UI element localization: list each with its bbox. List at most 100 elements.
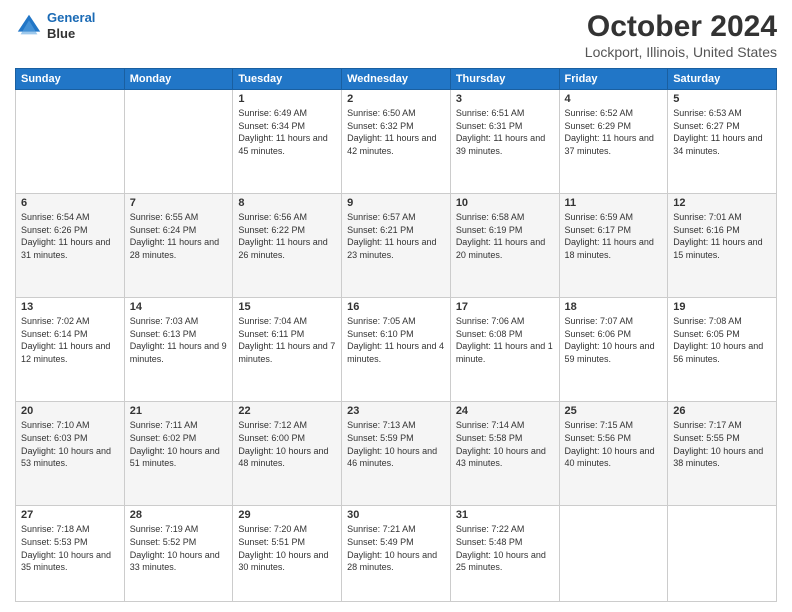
day-info: Sunrise: 7:07 AM Sunset: 6:06 PM Dayligh… (565, 315, 663, 365)
day-info: Sunrise: 6:57 AM Sunset: 6:21 PM Dayligh… (347, 211, 445, 261)
calendar-cell: 1 Sunrise: 6:49 AM Sunset: 6:34 PM Daylig… (233, 90, 342, 194)
day-number: 1 (238, 93, 336, 105)
day-number: 16 (347, 301, 445, 313)
week-row-0: 1 Sunrise: 6:49 AM Sunset: 6:34 PM Daylig… (16, 90, 777, 194)
day-number: 10 (456, 197, 554, 209)
day-number: 31 (456, 509, 554, 521)
day-number: 8 (238, 197, 336, 209)
day-number: 6 (21, 197, 119, 209)
calendar-cell: 2Sunrise: 6:50 AM Sunset: 6:32 PM Daylig… (342, 90, 451, 194)
calendar-cell: 16 Sunrise: 7:05 AM Sunset: 6:10 PM Dayli… (342, 298, 451, 402)
week-row-3: 20 Sunrise: 7:10 AM Sunset: 6:03 PM Dayli… (16, 402, 777, 506)
calendar-cell: 12Sunrise: 7:01 AM Sunset: 6:16 PM Dayli… (668, 194, 777, 298)
day-number: 7 (130, 197, 228, 209)
day-info: Sunrise: 7:03 AM Sunset: 6:13 PM Dayligh… (130, 315, 228, 365)
day-info: Sunrise: 7:06 AM Sunset: 6:08 PM Dayligh… (456, 315, 554, 365)
day-number: 17 (456, 301, 554, 313)
calendar-cell: 5 Sunrise: 6:53 AM Sunset: 6:27 PM Daylig… (668, 90, 777, 194)
logo: General Blue (15, 10, 95, 41)
day-info: Sunrise: 7:11 AM Sunset: 6:02 PM Dayligh… (130, 419, 228, 469)
logo-line1: General (47, 10, 95, 25)
calendar-cell: 22Sunrise: 7:12 AM Sunset: 6:00 PM Dayli… (233, 402, 342, 506)
day-number: 13 (21, 301, 119, 313)
calendar-cell: 19 Sunrise: 7:08 AM Sunset: 6:05 PM Dayli… (668, 298, 777, 402)
day-number: 28 (130, 509, 228, 521)
calendar-cell: 24 Sunrise: 7:14 AM Sunset: 5:58 PM Dayli… (450, 402, 559, 506)
calendar-cell (124, 90, 233, 194)
logo-icon (15, 12, 43, 40)
day-info: Sunrise: 7:14 AM Sunset: 5:58 PM Dayligh… (456, 419, 554, 469)
day-number: 19 (673, 301, 771, 313)
calendar-cell: 14 Sunrise: 7:03 AM Sunset: 6:13 PM Dayli… (124, 298, 233, 402)
calendar-cell: 27 Sunrise: 7:18 AM Sunset: 5:53 PM Dayli… (16, 506, 125, 602)
day-info: Sunrise: 6:56 AM Sunset: 6:22 PM Dayligh… (238, 211, 336, 261)
day-info: Sunrise: 7:10 AM Sunset: 6:03 PM Dayligh… (21, 419, 119, 469)
day-number: 5 (673, 93, 771, 105)
day-header-saturday: Saturday (668, 69, 777, 90)
calendar-cell: 26 Sunrise: 7:17 AM Sunset: 5:55 PM Dayli… (668, 402, 777, 506)
calendar-cell: 15 Sunrise: 7:04 AM Sunset: 6:11 PM Dayli… (233, 298, 342, 402)
day-number: 21 (130, 405, 228, 417)
day-info: Sunrise: 7:05 AM Sunset: 6:10 PM Dayligh… (347, 315, 445, 365)
day-info: Sunrise: 6:59 AM Sunset: 6:17 PM Dayligh… (565, 211, 663, 261)
day-info: Sunrise: 6:58 AM Sunset: 6:19 PM Dayligh… (456, 211, 554, 261)
header: General Blue October 2024 Lockport, Illi… (15, 10, 777, 60)
calendar-cell: 9Sunrise: 6:57 AM Sunset: 6:21 PM Daylig… (342, 194, 451, 298)
day-number: 23 (347, 405, 445, 417)
week-row-4: 27 Sunrise: 7:18 AM Sunset: 5:53 PM Dayli… (16, 506, 777, 602)
calendar-cell: 21 Sunrise: 7:11 AM Sunset: 6:02 PM Dayli… (124, 402, 233, 506)
calendar-cell: 4Sunrise: 6:52 AM Sunset: 6:29 PM Daylig… (559, 90, 668, 194)
day-info: Sunrise: 7:15 AM Sunset: 5:56 PM Dayligh… (565, 419, 663, 469)
calendar-cell: 25Sunrise: 7:15 AM Sunset: 5:56 PM Dayli… (559, 402, 668, 506)
calendar-cell: 30Sunrise: 7:21 AM Sunset: 5:49 PM Dayli… (342, 506, 451, 602)
day-info: Sunrise: 7:22 AM Sunset: 5:48 PM Dayligh… (456, 523, 554, 573)
day-header-tuesday: Tuesday (233, 69, 342, 90)
main-title: October 2024 (585, 10, 777, 44)
calendar-cell: 13 Sunrise: 7:02 AM Sunset: 6:14 PM Dayli… (16, 298, 125, 402)
day-info: Sunrise: 6:54 AM Sunset: 6:26 PM Dayligh… (21, 211, 119, 261)
calendar-cell: 23Sunrise: 7:13 AM Sunset: 5:59 PM Dayli… (342, 402, 451, 506)
day-info: Sunrise: 7:04 AM Sunset: 6:11 PM Dayligh… (238, 315, 336, 365)
calendar-cell (16, 90, 125, 194)
day-info: Sunrise: 7:02 AM Sunset: 6:14 PM Dayligh… (21, 315, 119, 365)
day-header-friday: Friday (559, 69, 668, 90)
day-info: Sunrise: 7:20 AM Sunset: 5:51 PM Dayligh… (238, 523, 336, 573)
calendar-cell: 31 Sunrise: 7:22 AM Sunset: 5:48 PM Dayli… (450, 506, 559, 602)
day-header-sunday: Sunday (16, 69, 125, 90)
day-info: Sunrise: 6:49 AM Sunset: 6:34 PM Dayligh… (238, 107, 336, 157)
calendar-cell: 18 Sunrise: 7:07 AM Sunset: 6:06 PM Dayli… (559, 298, 668, 402)
day-info: Sunrise: 7:18 AM Sunset: 5:53 PM Dayligh… (21, 523, 119, 573)
day-header-thursday: Thursday (450, 69, 559, 90)
calendar-cell: 20 Sunrise: 7:10 AM Sunset: 6:03 PM Dayli… (16, 402, 125, 506)
logo-line2: Blue (47, 26, 95, 42)
day-info: Sunrise: 7:01 AM Sunset: 6:16 PM Dayligh… (673, 211, 771, 261)
day-number: 14 (130, 301, 228, 313)
day-info: Sunrise: 7:17 AM Sunset: 5:55 PM Dayligh… (673, 419, 771, 469)
calendar-cell: 28Sunrise: 7:19 AM Sunset: 5:52 PM Dayli… (124, 506, 233, 602)
title-block: October 2024 Lockport, Illinois, United … (585, 10, 777, 60)
day-info: Sunrise: 7:21 AM Sunset: 5:49 PM Dayligh… (347, 523, 445, 573)
logo-text: General Blue (47, 10, 95, 41)
day-info: Sunrise: 7:08 AM Sunset: 6:05 PM Dayligh… (673, 315, 771, 365)
calendar-cell: 11 Sunrise: 6:59 AM Sunset: 6:17 PM Dayli… (559, 194, 668, 298)
day-number: 11 (565, 197, 663, 209)
calendar-cell: 6 Sunrise: 6:54 AM Sunset: 6:26 PM Daylig… (16, 194, 125, 298)
day-number: 3 (456, 93, 554, 105)
day-number: 15 (238, 301, 336, 313)
calendar-cell: 29 Sunrise: 7:20 AM Sunset: 5:51 PM Dayli… (233, 506, 342, 602)
day-number: 20 (21, 405, 119, 417)
day-number: 27 (21, 509, 119, 521)
day-number: 4 (565, 93, 663, 105)
page: General Blue October 2024 Lockport, Illi… (0, 0, 792, 612)
day-info: Sunrise: 6:53 AM Sunset: 6:27 PM Dayligh… (673, 107, 771, 157)
calendar-cell: 8 Sunrise: 6:56 AM Sunset: 6:22 PM Daylig… (233, 194, 342, 298)
day-number: 26 (673, 405, 771, 417)
day-number: 29 (238, 509, 336, 521)
calendar-cell: 10 Sunrise: 6:58 AM Sunset: 6:19 PM Dayli… (450, 194, 559, 298)
day-info: Sunrise: 7:12 AM Sunset: 6:00 PM Dayligh… (238, 419, 336, 469)
day-number: 18 (565, 301, 663, 313)
calendar-cell: 3Sunrise: 6:51 AM Sunset: 6:31 PM Daylig… (450, 90, 559, 194)
day-number: 24 (456, 405, 554, 417)
calendar-cell (668, 506, 777, 602)
calendar-header-row: SundayMondayTuesdayWednesdayThursdayFrid… (16, 69, 777, 90)
